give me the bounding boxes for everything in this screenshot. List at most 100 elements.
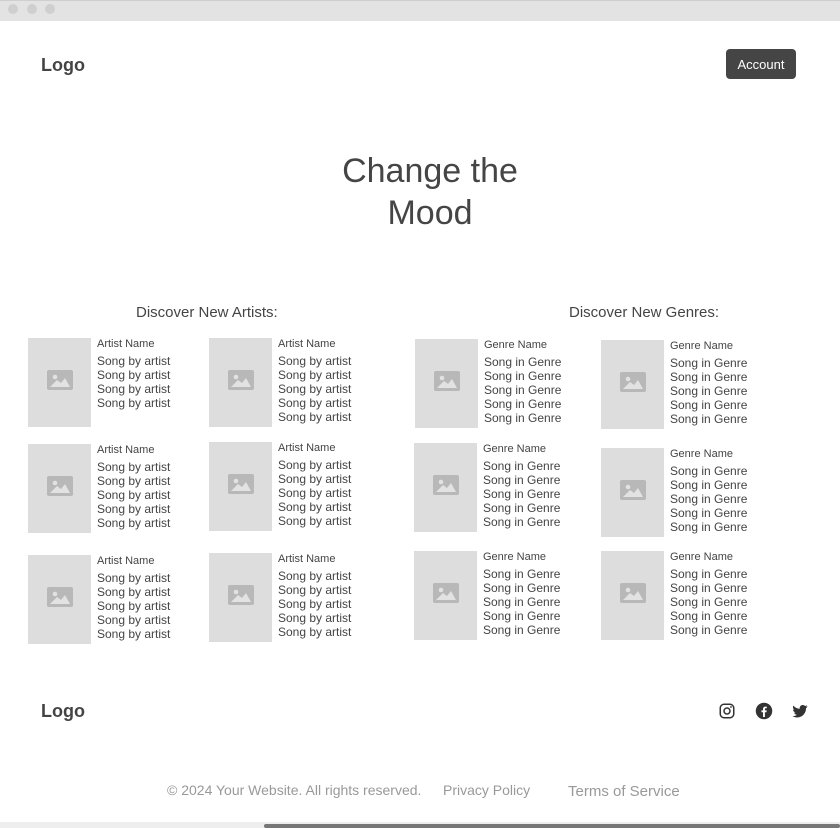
song-item[interactable]: Song by artist bbox=[278, 500, 388, 514]
song-item[interactable]: Song by artist bbox=[97, 396, 207, 410]
image-placeholder[interactable] bbox=[414, 443, 477, 532]
image-placeholder[interactable] bbox=[209, 442, 272, 531]
genre-name[interactable]: Genre Name bbox=[670, 340, 780, 356]
image-placeholder[interactable] bbox=[209, 553, 272, 642]
artist-name[interactable]: Artist Name bbox=[278, 442, 388, 458]
scrollbar-thumb[interactable] bbox=[264, 824, 840, 828]
song-item[interactable]: Song by artist bbox=[278, 625, 388, 639]
image-placeholder[interactable] bbox=[28, 338, 91, 427]
image-placeholder[interactable] bbox=[601, 448, 664, 537]
window-maximize-dot[interactable] bbox=[45, 4, 55, 14]
song-item[interactable]: Song in Genre bbox=[484, 369, 594, 383]
song-item[interactable]: Song by artist bbox=[278, 472, 388, 486]
song-item[interactable]: Song by artist bbox=[97, 488, 207, 502]
image-placeholder[interactable] bbox=[601, 551, 664, 640]
song-item[interactable]: Song in Genre bbox=[484, 411, 594, 425]
artist-name[interactable]: Artist Name bbox=[97, 555, 207, 571]
account-button[interactable]: Account bbox=[726, 49, 796, 79]
artist-name[interactable]: Artist Name bbox=[97, 338, 207, 354]
song-item[interactable]: Song in Genre bbox=[670, 609, 780, 623]
song-item[interactable]: Song in Genre bbox=[670, 464, 780, 478]
song-item[interactable]: Song by artist bbox=[278, 368, 388, 382]
privacy-policy-link[interactable]: Privacy Policy bbox=[443, 782, 530, 798]
card-info: Artist Name Song by artist Song by artist S… bbox=[278, 553, 388, 639]
song-item[interactable]: Song in Genre bbox=[483, 595, 593, 609]
song-list: Song in Genre Song in Genre Song in Genre S… bbox=[484, 355, 594, 425]
song-item[interactable]: Song by artist bbox=[278, 514, 388, 528]
song-item[interactable]: Song by artist bbox=[278, 382, 388, 396]
song-item[interactable]: Song in Genre bbox=[670, 398, 780, 412]
song-item[interactable]: Song by artist bbox=[97, 599, 207, 613]
song-item[interactable]: Song by artist bbox=[97, 354, 207, 368]
song-item[interactable]: Song by artist bbox=[278, 458, 388, 472]
song-item[interactable]: Song by artist bbox=[97, 368, 207, 382]
window-minimize-dot[interactable] bbox=[27, 4, 37, 14]
song-item[interactable]: Song by artist bbox=[97, 502, 207, 516]
song-item[interactable]: Song in Genre bbox=[670, 370, 780, 384]
artist-name[interactable]: Artist Name bbox=[278, 553, 388, 569]
song-item[interactable]: Song in Genre bbox=[670, 506, 780, 520]
song-item[interactable]: Song in Genre bbox=[483, 515, 593, 529]
song-item[interactable]: Song by artist bbox=[97, 571, 207, 585]
song-item[interactable]: Song in Genre bbox=[670, 412, 780, 426]
song-item[interactable]: Song by artist bbox=[278, 611, 388, 625]
song-item[interactable]: Song in Genre bbox=[483, 501, 593, 515]
song-item[interactable]: Song in Genre bbox=[483, 623, 593, 637]
terms-of-service-link[interactable]: Terms of Service bbox=[568, 783, 680, 800]
song-item[interactable]: Song in Genre bbox=[670, 356, 780, 370]
song-item[interactable]: Song by artist bbox=[278, 410, 388, 424]
song-item[interactable]: Song in Genre bbox=[670, 623, 780, 637]
song-item[interactable]: Song in Genre bbox=[670, 478, 780, 492]
genre-name[interactable]: Genre Name bbox=[483, 443, 593, 459]
song-item[interactable]: Song by artist bbox=[97, 627, 207, 641]
song-item[interactable]: Song by artist bbox=[97, 460, 207, 474]
song-item[interactable]: Song in Genre bbox=[483, 567, 593, 581]
song-item[interactable]: Song by artist bbox=[278, 597, 388, 611]
song-item[interactable]: Song by artist bbox=[278, 583, 388, 597]
genre-name[interactable]: Genre Name bbox=[483, 551, 593, 567]
song-item[interactable]: Song by artist bbox=[97, 382, 207, 396]
twitter-icon[interactable] bbox=[791, 702, 809, 720]
image-placeholder[interactable] bbox=[28, 444, 91, 533]
song-item[interactable]: Song in Genre bbox=[670, 520, 780, 534]
genre-name[interactable]: Genre Name bbox=[484, 339, 594, 355]
song-item[interactable]: Song in Genre bbox=[483, 609, 593, 623]
instagram-icon[interactable] bbox=[718, 702, 736, 720]
header-logo[interactable]: Logo bbox=[41, 55, 85, 76]
image-placeholder[interactable] bbox=[414, 551, 477, 640]
song-item[interactable]: Song in Genre bbox=[483, 487, 593, 501]
song-item[interactable]: Song in Genre bbox=[670, 581, 780, 595]
image-placeholder[interactable] bbox=[209, 338, 272, 427]
song-item[interactable]: Song by artist bbox=[97, 516, 207, 530]
song-item[interactable]: Song in Genre bbox=[670, 567, 780, 581]
song-item[interactable]: Song in Genre bbox=[670, 595, 780, 609]
song-item[interactable]: Song in Genre bbox=[484, 397, 594, 411]
song-item[interactable]: Song in Genre bbox=[483, 459, 593, 473]
genre-name[interactable]: Genre Name bbox=[670, 551, 780, 567]
image-placeholder[interactable] bbox=[601, 340, 664, 429]
song-list: Song in Genre Song in Genre Song in Genre S… bbox=[483, 567, 593, 637]
song-item[interactable]: Song by artist bbox=[278, 569, 388, 583]
song-item[interactable]: Song by artist bbox=[97, 613, 207, 627]
song-item[interactable]: Song in Genre bbox=[484, 355, 594, 369]
genre-name[interactable]: Genre Name bbox=[670, 448, 780, 464]
artist-name[interactable]: Artist Name bbox=[278, 338, 388, 354]
song-item[interactable]: Song in Genre bbox=[483, 473, 593, 487]
song-item[interactable]: Song by artist bbox=[278, 486, 388, 500]
card-info: Genre Name Song in Genre Song in Genre Song… bbox=[670, 340, 780, 426]
artist-name[interactable]: Artist Name bbox=[97, 444, 207, 460]
song-item[interactable]: Song by artist bbox=[278, 354, 388, 368]
song-item[interactable]: Song by artist bbox=[97, 585, 207, 599]
song-item[interactable]: Song by artist bbox=[278, 396, 388, 410]
song-item[interactable]: Song in Genre bbox=[670, 384, 780, 398]
song-list: Song by artist Song by artist Song by arti… bbox=[278, 354, 388, 424]
facebook-icon[interactable] bbox=[755, 702, 773, 720]
song-item[interactable]: Song in Genre bbox=[484, 383, 594, 397]
song-item[interactable]: Song in Genre bbox=[670, 492, 780, 506]
song-item[interactable]: Song in Genre bbox=[483, 581, 593, 595]
window-close-dot[interactable] bbox=[8, 4, 18, 14]
footer-logo[interactable]: Logo bbox=[41, 701, 85, 722]
song-item[interactable]: Song by artist bbox=[97, 474, 207, 488]
image-placeholder[interactable] bbox=[415, 339, 478, 428]
image-placeholder[interactable] bbox=[28, 555, 91, 644]
